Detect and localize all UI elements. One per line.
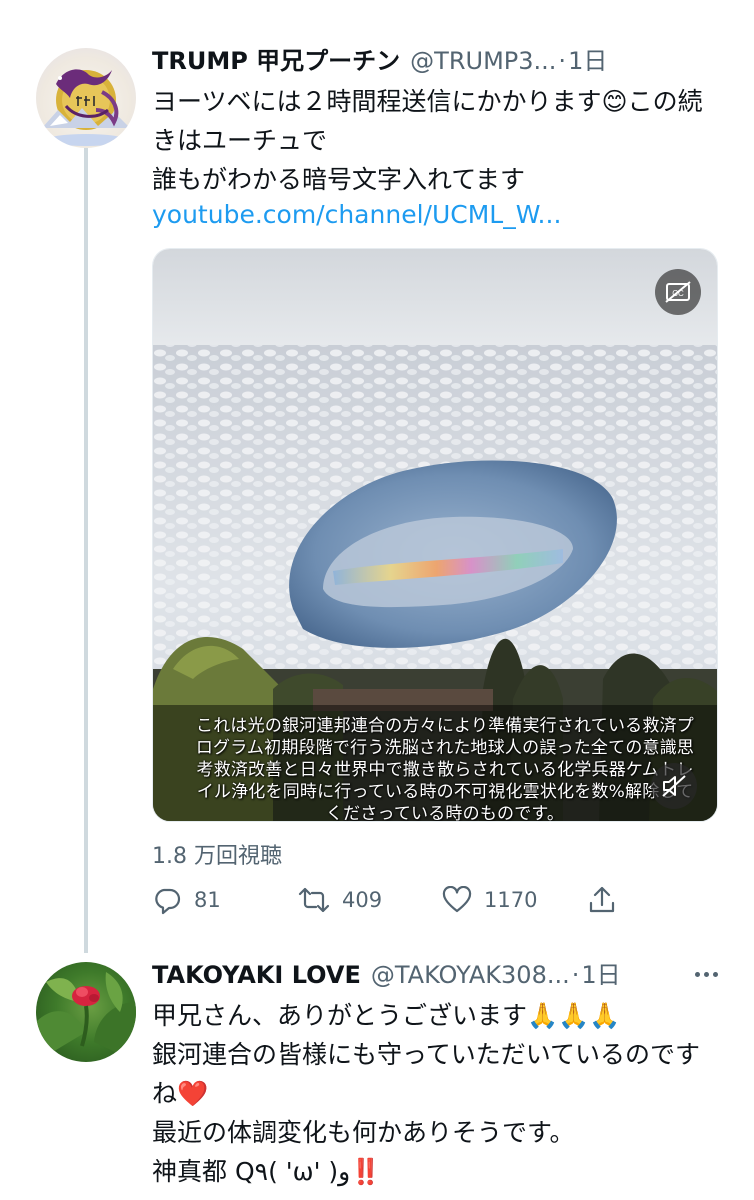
mute-button[interactable] (651, 763, 697, 809)
tweet-link[interactable]: youtube.com/channel/UCML_W... (152, 198, 561, 232)
closed-captions-button[interactable]: CC (655, 269, 701, 315)
tweet-header: TRUMP 甲兄プーチン @TRUMP3... · 1日 (152, 46, 607, 76)
tweet-text: 甲兄さん、ありがとうございます🙏🙏🙏 銀河連合の皆様にも守っていただいているので… (152, 1001, 701, 1186)
view-count: 1.8 万回視聴 (152, 844, 282, 869)
svg-text:CC: CC (672, 289, 684, 298)
tweet-header: TAKOYAKI LOVE @TAKOYAK308... · 1日 (152, 960, 621, 990)
retweet-count: 409 (342, 888, 383, 912)
retweet-icon (298, 887, 330, 913)
reply-icon (155, 888, 181, 915)
avatar[interactable] (36, 962, 136, 1062)
user-handle[interactable]: @TRUMP3... (410, 46, 556, 76)
more-options-icon[interactable] (695, 972, 718, 977)
display-name[interactable]: TAKOYAKI LOVE (152, 960, 361, 990)
video-player[interactable]: CC これは光の銀河連邦連合の方々により準備実行されている救済プログラム初期段階… (152, 248, 718, 822)
reply-count: 81 (194, 888, 221, 912)
like-button[interactable]: 1170 (442, 882, 537, 918)
dragon-moon-avatar-icon (42, 69, 130, 146)
tweet-text: ヨーツベには２時間程送信にかかります😊この続きはユーチュで 誰もがわかる暗号文字… (152, 87, 703, 194)
separator-dot: · (571, 961, 580, 989)
red-flower-avatar-icon (36, 972, 136, 1062)
user-handle[interactable]: @TAKOYAK308... (371, 960, 570, 990)
timestamp[interactable]: 1日 (581, 960, 620, 990)
separator-dot: · (558, 47, 567, 75)
tweet-actions: 81 409 1170 (152, 882, 622, 918)
video-caption: これは光の銀河連邦連合の方々により準備実行されている救済プログラム初期段階で行う… (195, 716, 695, 822)
avatar[interactable] (36, 48, 136, 148)
mute-icon (662, 775, 686, 797)
share-button[interactable] (588, 882, 616, 918)
thread-connector-line (84, 148, 88, 953)
like-count: 1170 (484, 888, 538, 912)
heart-icon (442, 886, 472, 913)
share-icon (589, 886, 615, 913)
timestamp[interactable]: 1日 (568, 46, 607, 76)
reply-button[interactable]: 81 (152, 882, 221, 918)
closed-captions-icon: CC (665, 281, 691, 303)
display-name[interactable]: TRUMP 甲兄プーチン (152, 46, 400, 76)
retweet-button[interactable]: 409 (298, 882, 382, 918)
